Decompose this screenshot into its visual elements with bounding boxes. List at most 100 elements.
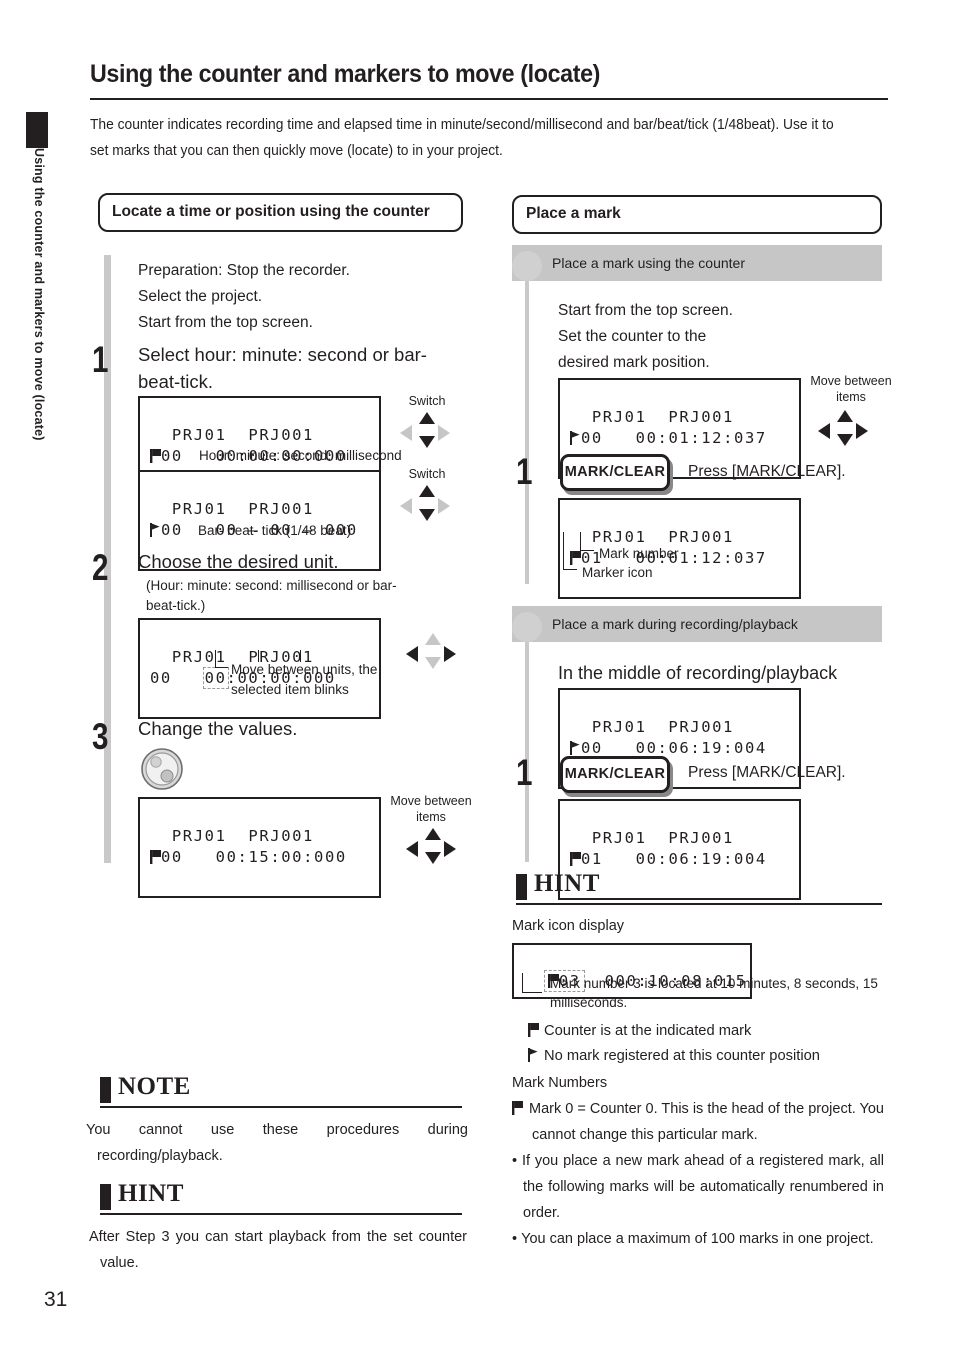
left-section-title: Locate a time or position using the coun… <box>98 193 463 232</box>
intro-paragraph: The counter indicates recording time and… <box>90 117 834 159</box>
hint-rule-right <box>516 903 882 905</box>
arrow-right-icon <box>856 423 868 439</box>
hint-bar-right <box>516 874 527 900</box>
right-rail-1 <box>525 281 529 584</box>
lcd-line-2-pre: 00 <box>150 669 205 687</box>
lcd-line-2: 01 00:06:19:004 <box>581 850 767 868</box>
leader-marker-icon <box>563 532 577 570</box>
arrow-left-icon <box>818 423 830 439</box>
prep-line-1: Preparation: Stop the recorder. <box>138 262 350 279</box>
hint-heading: HINT <box>118 1180 184 1207</box>
side-tab-label: Using the counter and markers to move (l… <box>32 148 46 441</box>
step-1-text: Select hour: minute: second or bar-beat-… <box>138 344 427 392</box>
callout-mark-number: Mark number <box>599 546 679 561</box>
lcd-line-2: 00 00:01:12:037 <box>581 429 767 447</box>
arrow-left-icon <box>400 498 412 514</box>
lcd-hint-caption: Mark number 3 is located at 10 minutes, … <box>550 976 878 1010</box>
leader-line-units <box>215 650 228 668</box>
arrow-left-icon <box>406 841 418 857</box>
sub1-line-1: Start from the top screen. <box>558 302 733 319</box>
note-bar <box>100 1077 111 1103</box>
lcd-caption-hms: Hour: minute: second: millisecond <box>199 448 402 463</box>
arrow-left-icon <box>400 425 412 441</box>
bullet-icon: • <box>512 1231 522 1247</box>
arrow-down-icon <box>425 852 441 864</box>
mark-filled-icon <box>150 850 161 864</box>
subsection-dot-1 <box>512 251 542 281</box>
lcd-line-2: 00 00:06:19:004 <box>581 739 767 757</box>
hint-legend-outline: No mark registered at this counter posit… <box>528 1044 884 1069</box>
prep-line-3: Start from the top screen. <box>138 314 313 331</box>
lcd-line-1: PRJ01 PRJ001 <box>591 408 734 426</box>
hint-rule <box>100 1213 462 1215</box>
mark-clear-button[interactable]: MARK/CLEAR <box>560 454 670 491</box>
mark-outline-icon <box>570 741 580 755</box>
arrow-right-icon <box>444 646 456 662</box>
note-rule <box>100 1106 462 1108</box>
sub2-step-number: 1 <box>516 752 533 793</box>
mark-numbers-item-1: • If you place a new mark ahead of a reg… <box>512 1148 884 1226</box>
arrow-down-icon <box>837 434 853 446</box>
arrow-down-icon <box>419 509 435 521</box>
arrow-up-icon <box>419 485 435 497</box>
arrow-right-icon <box>438 425 450 441</box>
lcd-line-2: 00 00:15:00:000 <box>161 848 347 866</box>
switch-label-a: Switch <box>408 394 446 408</box>
lcd-line-1: PRJ01 PRJ001 <box>171 500 314 518</box>
sub1-step-number: 1 <box>516 451 533 492</box>
arrow-right-icon <box>438 498 450 514</box>
lcd-caption-bbt: Bar- beat- tick (1/48 beat) <box>198 523 352 538</box>
lcd-line-1: PRJ01 PRJ001 <box>171 426 314 444</box>
sub1-press-text: Press [MARK/CLEAR]. <box>688 463 846 480</box>
step-1-number: 1 <box>92 339 109 380</box>
sub1-line-2: Set the counter to the <box>558 328 707 345</box>
hint-item-text: After Step 3 you can start playback from… <box>89 1229 467 1271</box>
arrow-up-icon <box>837 410 853 422</box>
hint-lead-text: Mark icon display <box>512 918 625 934</box>
hint-bar <box>100 1184 111 1210</box>
step-3-text: Change the values. <box>138 718 298 739</box>
hint-legend-filled-text: Counter is at the indicated mark <box>544 1023 752 1039</box>
mark-numbers-item-0: Mark 0 = Counter 0. This is the head of … <box>512 1096 884 1148</box>
leader-hint-lcd <box>522 973 542 993</box>
page-title: Using the counter and markers to move (l… <box>90 60 601 88</box>
mark-filled-icon <box>150 449 161 463</box>
step-2-subtext: (Hour: minute: second: millisecond or ba… <box>146 578 397 613</box>
mark-numbers-item-1-text: If you place a new mark ahead of a regis… <box>521 1153 885 1221</box>
step-2-number: 2 <box>92 547 109 588</box>
mark-numbers-label: Mark Numbers <box>512 1075 608 1091</box>
callout-marker-icon: Marker icon <box>582 565 653 580</box>
arrow-right-icon <box>444 841 456 857</box>
step-3-number: 3 <box>92 716 109 757</box>
mark-filled-icon <box>512 1101 523 1115</box>
dial-knob-icon <box>141 748 183 790</box>
mark-outline-icon <box>150 523 160 537</box>
lcd-line-1: PRJ01 PRJ001 <box>171 827 314 845</box>
arrow-cluster-all <box>406 828 456 870</box>
hint-item-left: After Step 3 you can start playback from… <box>89 1224 467 1276</box>
arrow-up-icon <box>419 412 435 424</box>
prep-line-2: Select the project. <box>138 288 263 305</box>
arrow-up-icon <box>425 633 441 645</box>
note-heading: NOTE <box>118 1073 191 1100</box>
sub1-arrow-label: Move between items <box>810 374 892 404</box>
mark-numbers-item-2: • You can place a maximum of 100 marks i… <box>512 1226 884 1252</box>
note-item-text: You cannot use these procedures during r… <box>86 1122 468 1164</box>
mark-filled-icon <box>570 852 581 866</box>
lcd-blinking-unit: 00 <box>202 667 229 689</box>
title-divider <box>90 98 888 100</box>
mark-outline-icon <box>570 431 580 445</box>
leader-mark-number <box>580 532 594 551</box>
note-item: You cannot use these procedures during r… <box>86 1117 468 1169</box>
hint-heading-right: HINT <box>534 870 600 897</box>
page-number: 31 <box>44 1288 68 1311</box>
step-2-text: Choose the desired unit. <box>138 551 339 572</box>
hint-legend-filled: Counter is at the indicated mark <box>528 1019 884 1044</box>
lcd-line-1: PRJ01 PRJ001 <box>591 829 734 847</box>
lcd-line-1: PRJ01 PRJ001 <box>591 718 734 736</box>
mark-clear-button-recording[interactable]: MARK/CLEAR <box>560 756 670 793</box>
arrow-up-icon <box>425 828 441 840</box>
lcd-step3: PRJ01 PRJ001 00 00:15:00:000 <box>138 797 381 898</box>
mark-outline-icon <box>528 1048 538 1062</box>
right-section-title: Place a mark <box>512 195 882 234</box>
